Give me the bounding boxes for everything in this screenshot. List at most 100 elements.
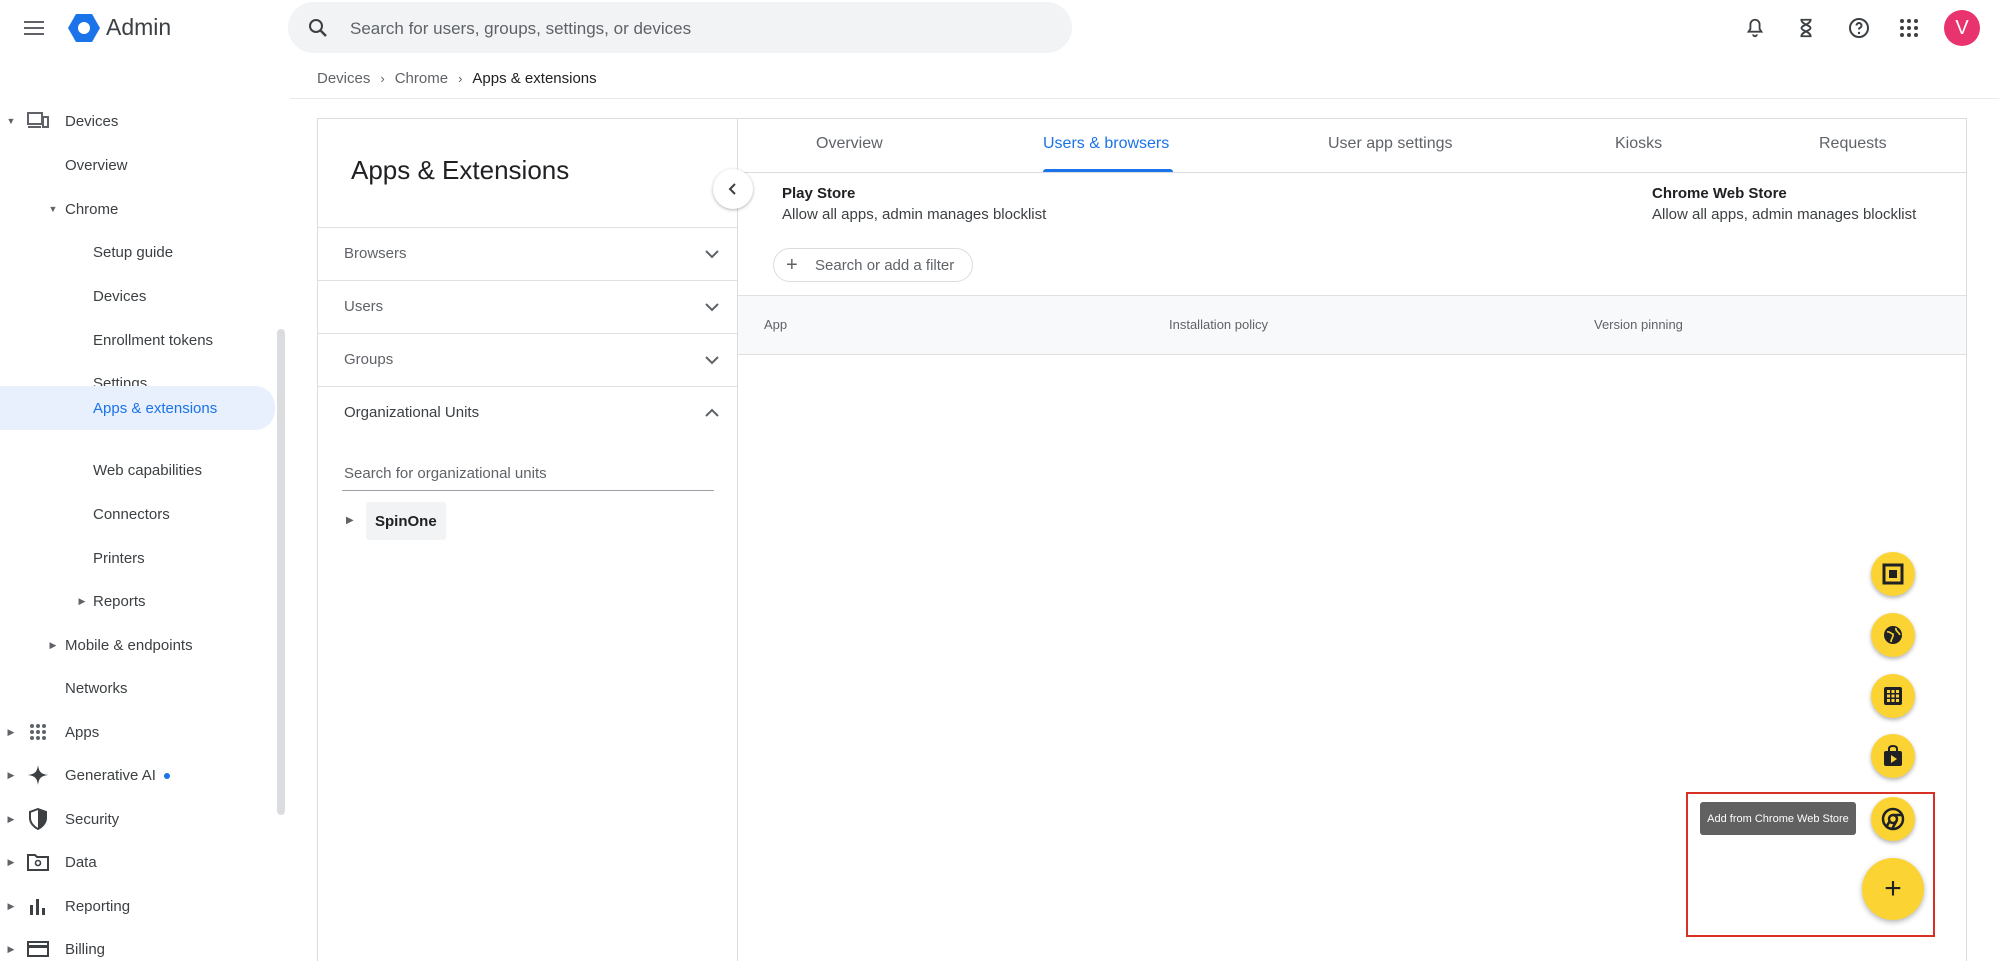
sidebar-item-apps-extensions[interactable]: Apps & extensions bbox=[0, 386, 275, 430]
sidebar-item-reporting[interactable]: ▶ Reporting bbox=[0, 886, 275, 926]
sidebar-item-generative-ai[interactable]: ▶ Generative AI bbox=[0, 755, 275, 795]
chevron-right-icon: › bbox=[458, 71, 463, 86]
add-filter-button[interactable]: + Search or add a filter bbox=[773, 248, 973, 282]
sidebar-item-setup-guide[interactable]: Setup guide bbox=[0, 232, 275, 272]
chevron-up-icon bbox=[705, 408, 719, 417]
top-bar: Admin Search for users, groups, settings… bbox=[0, 0, 1999, 56]
chevron-down-icon bbox=[705, 250, 719, 259]
add-from-play-store-button[interactable] bbox=[1871, 734, 1915, 778]
highlight-annotation-box bbox=[1686, 792, 1935, 937]
column-version-pinning[interactable]: Version pinning bbox=[1594, 317, 1683, 332]
caret-right-icon: ▶ bbox=[7, 769, 15, 780]
square-app-icon bbox=[1882, 563, 1904, 585]
search-placeholder: Search for users, groups, settings, or d… bbox=[350, 19, 692, 38]
breadcrumb-devices[interactable]: Devices bbox=[317, 70, 370, 87]
sidebar-item-enrollment-tokens[interactable]: Enrollment tokens bbox=[0, 320, 275, 360]
filter-browsers[interactable]: Browsers bbox=[318, 227, 737, 280]
add-android-app-button[interactable] bbox=[1871, 552, 1915, 596]
sidebar-scrollbar[interactable] bbox=[277, 329, 285, 815]
sidebar-item-chrome-devices[interactable]: Devices bbox=[0, 276, 275, 316]
sidebar: ▼ Devices Overview ▼ Chrome Setup guide … bbox=[0, 56, 285, 961]
notifications-bell-icon[interactable] bbox=[1741, 14, 1769, 42]
page-title: Apps & Extensions bbox=[351, 155, 570, 185]
chevron-right-icon: › bbox=[380, 71, 385, 86]
active-tab-indicator bbox=[1043, 169, 1173, 172]
caret-right-icon[interactable]: ▶ bbox=[346, 515, 354, 526]
tab-requests[interactable]: Requests bbox=[1819, 135, 1887, 153]
bar-chart-icon bbox=[27, 895, 49, 917]
shopping-bag-play-icon bbox=[1884, 745, 1902, 766]
credit-card-icon bbox=[27, 938, 49, 960]
avatar[interactable]: V bbox=[1944, 10, 1980, 46]
generative-ai-label: Generative AI bbox=[65, 766, 156, 784]
breadcrumb-chrome[interactable]: Chrome bbox=[395, 70, 448, 87]
caret-down-icon: ▼ bbox=[48, 204, 58, 214]
sidebar-item-mobile-endpoints[interactable]: ▶ Mobile & endpoints bbox=[0, 625, 275, 665]
apps-grid-icon[interactable] bbox=[1895, 14, 1923, 42]
tab-overview[interactable]: Overview bbox=[816, 135, 883, 153]
table-header: App Installation policy Version pinning bbox=[738, 295, 1966, 355]
filter-groups[interactable]: Groups bbox=[318, 333, 737, 386]
filter-users[interactable]: Users bbox=[318, 280, 737, 333]
caret-right-icon: ▶ bbox=[7, 726, 15, 737]
sidebar-item-printers[interactable]: Printers bbox=[0, 538, 275, 578]
grid-app-icon bbox=[1884, 687, 1902, 705]
caret-right-icon: ▶ bbox=[7, 943, 15, 954]
sidebar-item-billing[interactable]: ▶ Billing bbox=[0, 929, 275, 961]
shield-icon bbox=[27, 808, 49, 830]
globe-icon bbox=[1884, 626, 1902, 644]
sidebar-item-apps[interactable]: ▶ Apps bbox=[0, 712, 275, 752]
hourglass-icon[interactable] bbox=[1792, 14, 1820, 42]
tab-kiosks[interactable]: Kiosks bbox=[1615, 135, 1662, 153]
divider bbox=[290, 98, 1999, 99]
add-web-app-button[interactable] bbox=[1871, 613, 1915, 657]
ou-search-input[interactable]: Search for organizational units bbox=[342, 461, 714, 491]
ou-tree-root[interactable]: SpinOne bbox=[366, 502, 446, 540]
breadcrumb-current: Apps & extensions bbox=[472, 70, 597, 87]
caret-right-icon: ▶ bbox=[7, 856, 15, 867]
chevron-down-icon bbox=[705, 356, 719, 365]
chrome-web-store-setting: Allow all apps, admin manages blocklist bbox=[1652, 206, 1917, 223]
help-icon[interactable] bbox=[1845, 14, 1873, 42]
tab-user-app-settings[interactable]: User app settings bbox=[1328, 135, 1453, 153]
sidebar-item-connectors[interactable]: Connectors bbox=[0, 494, 275, 534]
caret-right-icon: ▶ bbox=[49, 639, 57, 650]
caret-right-icon: ▶ bbox=[7, 813, 15, 824]
sparkle-icon bbox=[27, 764, 49, 786]
add-filter-label: Search or add a filter bbox=[815, 257, 955, 274]
chevron-left-icon bbox=[728, 183, 736, 195]
column-installation-policy[interactable]: Installation policy bbox=[1169, 317, 1268, 332]
caret-right-icon: ▶ bbox=[78, 595, 86, 606]
sidebar-item-data[interactable]: ▶ Data bbox=[0, 842, 275, 882]
collapse-panel-button[interactable] bbox=[713, 169, 753, 209]
sidebar-item-web-capabilities[interactable]: Web capabilities bbox=[0, 450, 275, 490]
sidebar-item-reports[interactable]: ▶ Reports bbox=[0, 581, 275, 621]
caret-down-icon: ▼ bbox=[6, 116, 16, 126]
sidebar-item-chrome[interactable]: ▼ Chrome bbox=[0, 189, 275, 229]
caret-right-icon: ▶ bbox=[7, 900, 15, 911]
sidebar-item-security[interactable]: ▶ Security bbox=[0, 799, 275, 839]
sidebar-item-devices[interactable]: ▼ Devices bbox=[0, 101, 275, 141]
main-menu-icon[interactable] bbox=[22, 16, 46, 40]
filter-organizational-units[interactable]: Organizational Units bbox=[318, 386, 737, 439]
ou-search-placeholder: Search for organizational units bbox=[344, 465, 547, 482]
folder-icon bbox=[27, 851, 49, 873]
tab-users-browsers[interactable]: Users & browsers bbox=[1043, 135, 1169, 153]
chrome-web-store-title: Chrome Web Store bbox=[1652, 185, 1787, 202]
apps-grid-icon bbox=[27, 721, 49, 743]
column-app[interactable]: App bbox=[764, 317, 787, 332]
play-store-setting: Allow all apps, admin manages blocklist bbox=[782, 206, 1047, 223]
devices-icon bbox=[27, 110, 49, 132]
app-name: Admin bbox=[106, 14, 172, 40]
filter-panel: Apps & Extensions Browsers Users Groups … bbox=[317, 118, 753, 961]
sidebar-item-networks[interactable]: Networks bbox=[0, 668, 275, 708]
sidebar-item-overview[interactable]: Overview bbox=[0, 145, 275, 185]
chevron-down-icon bbox=[705, 303, 719, 312]
add-private-app-button[interactable] bbox=[1871, 674, 1915, 718]
admin-logo-icon bbox=[68, 14, 100, 42]
plus-icon: + bbox=[786, 254, 798, 276]
tab-bar: Overview Users & browsers User app setti… bbox=[738, 119, 1967, 173]
search-icon bbox=[309, 19, 327, 37]
search-input[interactable]: Search for users, groups, settings, or d… bbox=[288, 2, 1072, 53]
new-badge-dot bbox=[163, 772, 170, 779]
